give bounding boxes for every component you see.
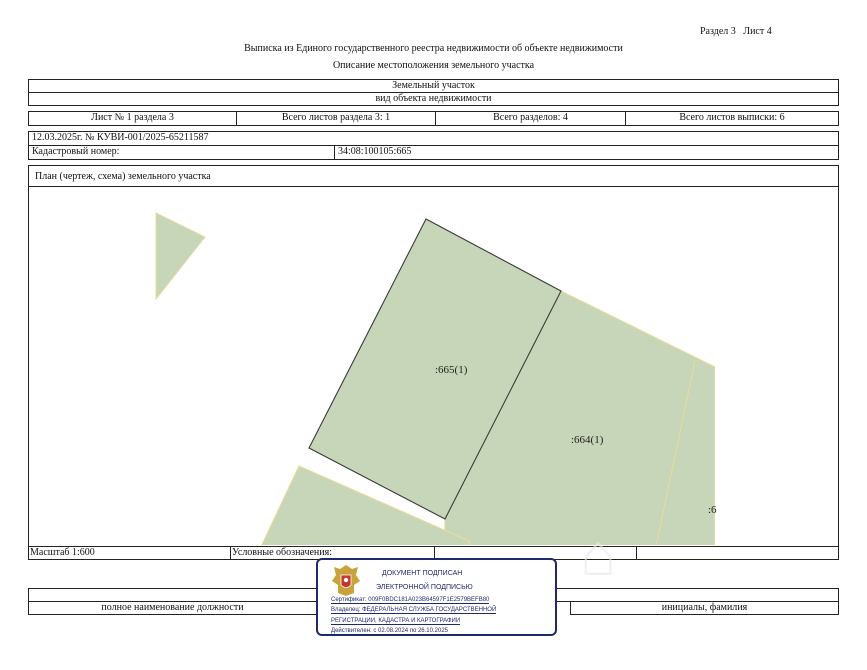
total-sections-text: Всего разделов: 4 <box>493 112 568 123</box>
total-sheets-extract-text: Всего листов выписки: 6 <box>679 112 785 123</box>
signature-certificate: Сертификат: 009F0BDC181A023B64597F1E2579… <box>331 597 490 604</box>
cadastral-value: 34:08:100105:665 <box>338 146 412 157</box>
position-caption-cell: полное наименование должности <box>28 601 317 615</box>
section-sheet-header: Раздел 3 Лист 4 <box>700 26 772 37</box>
cadastral-label-cell: Кадастровый номер: <box>28 145 335 160</box>
cadastral-value-cell: 34:08:100105:665 <box>334 145 839 160</box>
signature-line-1: ДОКУМЕНТ ПОДПИСАН <box>382 570 463 577</box>
parcel-partial-label: :6 <box>708 504 717 516</box>
reg-number-row: 12.03.2025г. № КУВИ-001/2025-65211587 <box>28 131 839 146</box>
total-sections: Всего разделов: 4 <box>435 111 626 126</box>
emblem-icon <box>332 565 360 596</box>
total-sheets-section: Всего листов раздела 3: 1 <box>236 111 436 126</box>
object-type-caption-row: вид объекта недвижимости <box>28 92 839 106</box>
total-sheets-extract: Всего листов выписки: 6 <box>625 111 839 126</box>
plan-drawing: :665(1) :664(1) :6 <box>155 212 717 545</box>
document-title: Выписка из Единого государственного реес… <box>244 43 623 54</box>
plan-title: План (чертеж, схема) земельного участка <box>35 171 211 182</box>
plan-title-cell: План (чертеж, схема) земельного участка <box>28 165 839 187</box>
parcel-665-label: :665(1) <box>435 364 468 376</box>
position-caption: полное наименование должности <box>101 602 244 613</box>
legend-empty-cell-2 <box>636 546 839 560</box>
parcel-664-label: :664(1) <box>571 434 604 446</box>
cadastral-label: Кадастровый номер: <box>32 146 120 157</box>
plan-frame: :665(1) :664(1) :6 <box>28 186 839 547</box>
watermark-logo: ⌂ <box>580 521 617 588</box>
signature-line-2: ЭЛЕКТРОННОЙ ПОДПИСЬЮ <box>376 584 473 591</box>
signature-owner-2: РЕГИСТРАЦИИ, КАДАСТРА И КАРТОГРАФИИ <box>331 618 461 625</box>
signature-owner-1: Владелец: ФЕДЕРАЛЬНАЯ СЛУЖБА ГОСУДАРСТВЕ… <box>331 607 497 614</box>
parcel-shape-left <box>155 212 206 301</box>
electronic-signature-stamp: ДОКУМЕНТ ПОДПИСАН ЭЛЕКТРОННОЙ ПОДПИСЬЮ С… <box>316 558 557 636</box>
scale-cell: Масштаб 1:600 <box>28 546 231 560</box>
signature-validity: Действителен: с 02.08.2024 по 26.10.2025 <box>331 628 448 634</box>
sheet-of-section: Лист № 1 раздела 3 <box>28 111 237 126</box>
scale-text: Масштаб 1:600 <box>30 547 95 558</box>
name-caption-cell: инициалы, фамилия <box>570 601 839 615</box>
object-type-value: Земельный участок <box>392 80 475 91</box>
reg-number: 12.03.2025г. № КУВИ-001/2025-65211587 <box>32 132 209 143</box>
document-subtitle: Описание местоположения земельного участ… <box>332 60 535 71</box>
object-type-caption: вид объекта недвижимости <box>375 93 492 104</box>
sheet-of-section-text: Лист № 1 раздела 3 <box>91 112 174 123</box>
object-type-row: Земельный участок <box>28 79 839 93</box>
legend-symbols-text: Условные обозначения: <box>232 547 333 558</box>
total-sheets-section-text: Всего листов раздела 3: 1 <box>281 112 391 123</box>
name-caption: инициалы, фамилия <box>661 602 748 613</box>
